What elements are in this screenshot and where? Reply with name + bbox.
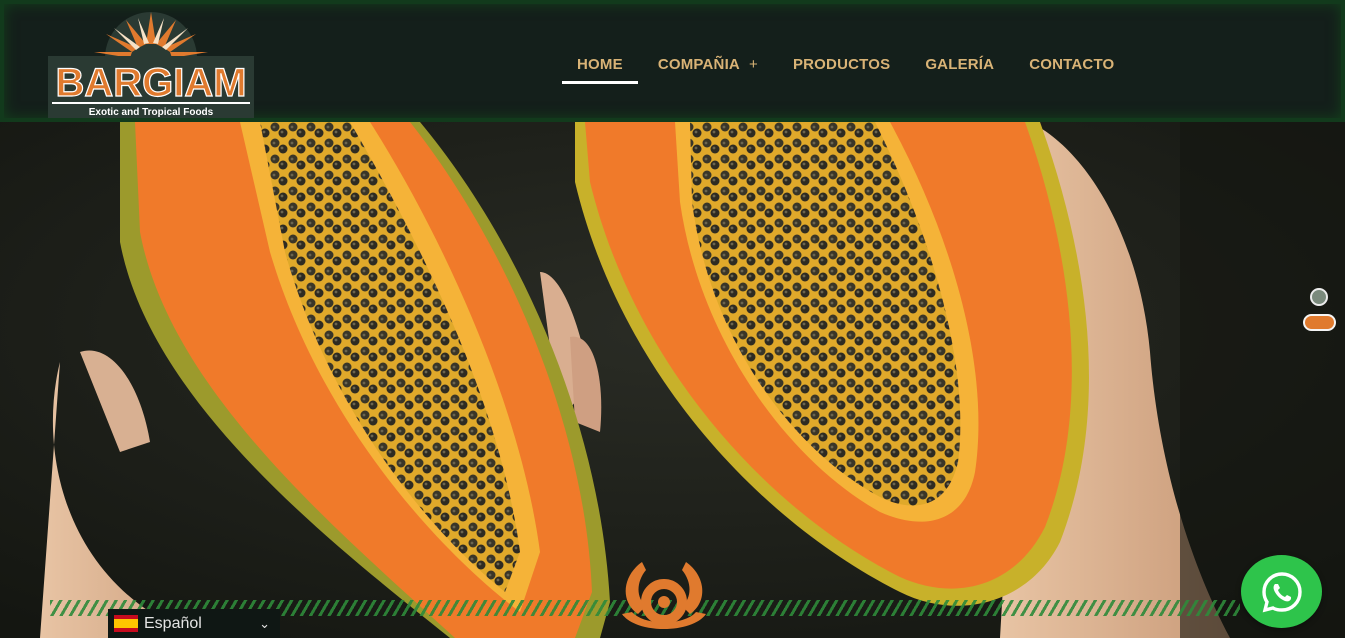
nav-contacto[interactable]: CONTACTO — [1029, 44, 1114, 84]
slider-dot-2-active[interactable] — [1303, 314, 1336, 331]
logo-tagline: Exotic and Tropical Foods — [89, 107, 214, 118]
bargiam-logo[interactable]: BARGIAM Exotic and Tropical Foods — [48, 10, 254, 120]
chevron-down-icon: ⌄ — [259, 616, 270, 631]
nav-productos-label: PRODUCTOS — [792, 55, 891, 73]
whatsapp-button[interactable] — [1241, 555, 1322, 628]
nav-compania[interactable]: COMPAÑIA + — [658, 44, 758, 84]
main-nav: HOME COMPAÑIA + PRODUCTOS GALERÍA CONTAC… — [562, 42, 1149, 86]
language-selector[interactable]: Español ⌄ — [108, 609, 280, 638]
nav-compania-label: COMPAÑIA — [657, 55, 740, 73]
nav-galeria-label: GALERÍA — [925, 55, 995, 73]
nav-home-label: HOME — [577, 55, 623, 73]
slider-dot-1[interactable] — [1310, 288, 1328, 306]
site-header: BARGIAM Exotic and Tropical Foods HOME C… — [0, 0, 1345, 122]
nav-galeria[interactable]: GALERÍA — [925, 44, 994, 84]
nav-contacto-label: CONTACTO — [1029, 55, 1115, 73]
spain-flag-icon — [114, 615, 138, 632]
nav-home[interactable]: HOME — [562, 44, 638, 84]
nav-productos[interactable]: PRODUCTOS — [793, 44, 890, 84]
biohazard-icon — [622, 562, 706, 629]
language-label: Español — [144, 614, 202, 632]
submenu-plus-icon[interactable]: + — [749, 56, 758, 73]
logo-wordmark: BARGIAM — [55, 61, 246, 105]
whatsapp-icon — [1261, 571, 1302, 612]
hero-slider — [0, 122, 1345, 638]
papaya-halves-photo — [0, 122, 1345, 638]
